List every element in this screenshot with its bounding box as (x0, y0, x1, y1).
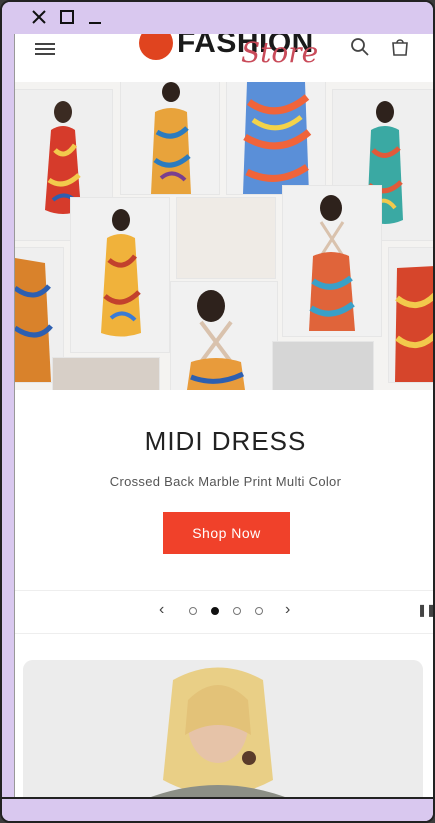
dress-photo (71, 198, 169, 352)
hero-subtitle: Crossed Back Marble Print Multi Color (109, 474, 342, 489)
carousel-dot[interactable] (255, 607, 263, 615)
hero-collage[interactable] (15, 82, 433, 390)
window-titlebar (2, 2, 433, 34)
window-bottom-bar (2, 797, 433, 821)
menu-icon[interactable] (35, 40, 55, 56)
chevron-right-icon[interactable]: › (285, 601, 290, 619)
chevron-left-icon[interactable]: ‹ (159, 601, 164, 619)
logo-secondary-text: Store (241, 36, 319, 69)
browser-viewport: FASHION Store MIDI DRESS Crossed Back Ma… (14, 34, 433, 801)
shop-now-button[interactable]: Shop Now (163, 512, 290, 554)
dress-photo (283, 186, 381, 336)
minimize-icon[interactable] (86, 8, 104, 26)
dress-photo (273, 342, 373, 390)
hero-title: MIDI DRESS (144, 426, 307, 456)
site-header: FASHION Store (15, 34, 433, 83)
maximize-icon[interactable] (58, 8, 76, 26)
carousel-dot[interactable] (189, 607, 197, 615)
search-icon[interactable] (349, 36, 371, 58)
dress-photo (171, 282, 277, 390)
dress-photo (53, 358, 159, 390)
promo-card[interactable] (23, 660, 423, 801)
carousel-dot[interactable] (233, 607, 241, 615)
cart-icon[interactable] (389, 36, 411, 58)
pause-icon[interactable]: ❚❚ (417, 603, 433, 617)
model-photo (23, 660, 423, 801)
close-icon[interactable] (30, 8, 48, 26)
carousel-controls: ‹ › ❚❚ (15, 590, 433, 634)
app-window: FASHION Store MIDI DRESS Crossed Back Ma… (0, 0, 435, 823)
carousel-dot[interactable] (211, 607, 219, 615)
dress-photo (227, 82, 325, 194)
dress-photo (121, 82, 219, 194)
dress-photo (389, 248, 433, 382)
logo-mark-icon (139, 34, 173, 60)
site-logo[interactable]: FASHION Store (135, 34, 335, 74)
dress-photo (177, 198, 275, 278)
